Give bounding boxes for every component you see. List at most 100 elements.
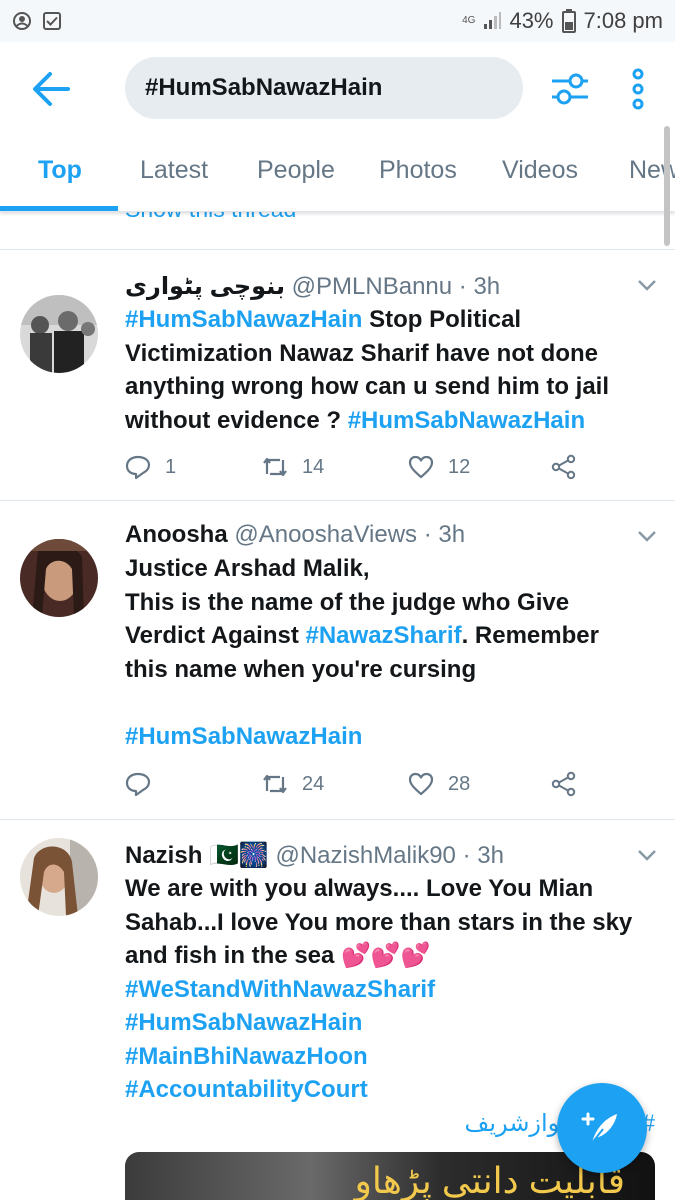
battery-percent: 43% xyxy=(509,8,554,33)
tweet-text-line: this name when you're cursing xyxy=(125,653,660,687)
user-handle[interactable]: @PMLNBannu xyxy=(292,273,452,300)
chevron-down-icon[interactable] xyxy=(636,278,658,292)
share-icon xyxy=(551,771,576,797)
signal-icon xyxy=(484,12,502,29)
hashtag-link[interactable]: #AccountabilityCourt xyxy=(125,1076,368,1103)
tweet-time: · 3h xyxy=(458,273,501,300)
display-name[interactable]: بنوچی پٹواری xyxy=(125,273,285,300)
reply-count: 1 xyxy=(165,455,177,478)
like-count: 12 xyxy=(448,455,471,478)
avatar-image xyxy=(20,295,98,373)
account-circle-icon xyxy=(13,12,31,30)
user-handle[interactable]: @NazishMalik90 xyxy=(275,842,455,869)
tweet-text-line: without evidence ? #HumSabNawazHain xyxy=(125,404,660,438)
hashtag-link[interactable]: #MainBhiNawazHoon xyxy=(125,1043,368,1070)
overflow-menu-button[interactable] xyxy=(627,67,649,111)
tweet-text-line: Justice Arshad Malik, xyxy=(125,552,660,586)
tweet-text-line: Verdict Against #NawazSharif. Remember xyxy=(125,619,660,653)
display-name[interactable]: Anoosha xyxy=(125,521,228,548)
retweet-icon xyxy=(263,774,287,794)
tweet[interactable]: بنوچی پٹواری @PMLNBannu · 3h #HumSabNawa… xyxy=(0,250,675,500)
tab-photos[interactable]: Photos xyxy=(379,156,457,185)
tweet-text-run: Victimization Nawaz Sharif have not done xyxy=(125,339,598,367)
avatar[interactable] xyxy=(20,295,98,373)
tweet-text-line: #HumSabNawazHain xyxy=(125,720,660,754)
search-input[interactable]: #HumSabNawazHain xyxy=(125,57,523,119)
avatar[interactable] xyxy=(20,838,98,916)
chevron-down-icon[interactable] xyxy=(636,848,658,862)
tweet-header: Anoosha @AnooshaViews · 3h xyxy=(125,521,465,549)
avatar[interactable] xyxy=(20,539,98,617)
like-button[interactable]: 12 xyxy=(408,454,470,480)
tweet-text: #HumSabNawazHain Stop Political Victimiza… xyxy=(125,303,660,437)
retweet-button[interactable]: 24 xyxy=(262,771,324,797)
tweet-text-line: #HumSabNawazHain xyxy=(125,1006,660,1040)
more-vertical-icon xyxy=(632,68,644,110)
tweet-text-run: anything wrong how can u send him to jai… xyxy=(125,373,610,400)
tweet-text-line xyxy=(125,686,660,720)
tab-top[interactable]: Top xyxy=(38,156,82,185)
retweet-button[interactable]: 14 xyxy=(262,454,324,480)
tweet-text: We are with you always.... Love You Mian… xyxy=(125,872,660,1107)
tweet-text-run: this name when you're cursing xyxy=(125,655,477,683)
back-button[interactable] xyxy=(28,66,74,112)
tweet-text-run: and fish in the sea 💕💕💕 xyxy=(125,942,431,969)
compose-tweet-button[interactable] xyxy=(557,1083,647,1173)
share-button[interactable] xyxy=(551,454,577,480)
tweet-text-run: Stop Political xyxy=(362,306,522,333)
tweet-time: · 3h xyxy=(462,842,504,869)
compose-feather-icon xyxy=(581,1112,617,1144)
reply-icon xyxy=(125,455,151,480)
search-filter-button[interactable] xyxy=(548,67,592,111)
heart-icon xyxy=(408,772,434,796)
tweet-header: بنوچی پٹواری @PMLNBannu · 3h xyxy=(125,272,500,301)
retweet-icon xyxy=(263,457,287,477)
avatar-image xyxy=(20,838,98,916)
share-icon xyxy=(551,454,576,480)
retweet-count: 14 xyxy=(302,455,325,478)
chevron-down-icon[interactable] xyxy=(636,529,658,543)
tweet-header: Nazish 🇵🇰🎆 @NazishMalik90 · 3h xyxy=(125,841,504,870)
tweet-text-line: Sahab...I love You more than stars in th… xyxy=(125,906,660,940)
avatar-image xyxy=(20,539,98,617)
tab-people[interactable]: People xyxy=(257,156,335,185)
share-button[interactable] xyxy=(551,771,577,797)
status-bar: 4G 43% 7:08 pm xyxy=(0,0,675,42)
heart-icon xyxy=(408,455,434,479)
tweet-text-line: and fish in the sea 💕💕💕 xyxy=(125,939,660,973)
reply-button[interactable]: 1 xyxy=(125,454,176,480)
tab-latest[interactable]: Latest xyxy=(140,156,208,185)
hashtag-link[interactable]: #HumSabNawazHain xyxy=(125,723,362,750)
hashtag-link[interactable]: #WeStandWithNawazSharif xyxy=(125,976,435,1003)
tweet-text-run: We are with you always.... Love You Mian xyxy=(125,875,594,902)
like-count: 28 xyxy=(448,772,471,795)
retweet-count: 24 xyxy=(302,772,325,795)
clock: 7:08 pm xyxy=(583,8,664,33)
display-name[interactable]: Nazish 🇵🇰🎆 xyxy=(125,842,269,869)
tweet-text-line: This is the name of the judge who Give xyxy=(125,586,660,620)
hashtag-link[interactable]: #NawazSharif xyxy=(306,622,462,649)
sliders-icon xyxy=(552,73,588,105)
network-type: 4G xyxy=(462,15,476,26)
reply-button[interactable] xyxy=(125,771,165,797)
battery-icon xyxy=(561,9,576,33)
tweet-time: · 3h xyxy=(423,521,466,548)
hashtag-link[interactable]: #HumSabNawazHain xyxy=(125,306,362,333)
scrollbar[interactable] xyxy=(664,126,670,246)
tweet-text-line: anything wrong how can u send him to jai… xyxy=(125,370,660,404)
hashtag-link[interactable]: #HumSabNawazHain xyxy=(125,1009,362,1036)
tweet-text-run: . Remember xyxy=(461,622,599,649)
hashtag-link[interactable]: #HumSabNawazHain xyxy=(348,407,585,434)
tweet-text-line: We are with you always.... Love You Mian xyxy=(125,872,660,906)
tweet-text-line: #WeStandWithNawazSharif xyxy=(125,973,660,1007)
like-button[interactable]: 28 xyxy=(408,771,470,797)
tweet-text-run: Verdict Against xyxy=(125,622,306,649)
tweet-text-run: without evidence ? xyxy=(125,406,348,434)
tweet-text: Justice Arshad Malik, This is the name of… xyxy=(125,552,660,753)
active-tab-indicator xyxy=(0,206,118,211)
user-handle[interactable]: @AnooshaViews xyxy=(234,521,417,548)
tweet[interactable]: Anoosha @AnooshaViews · 3h Justice Arsha… xyxy=(0,501,675,819)
back-arrow-icon xyxy=(33,72,70,106)
tweet-text-line: #HumSabNawazHain Stop Political xyxy=(125,303,660,337)
tab-videos[interactable]: Videos xyxy=(502,156,578,185)
